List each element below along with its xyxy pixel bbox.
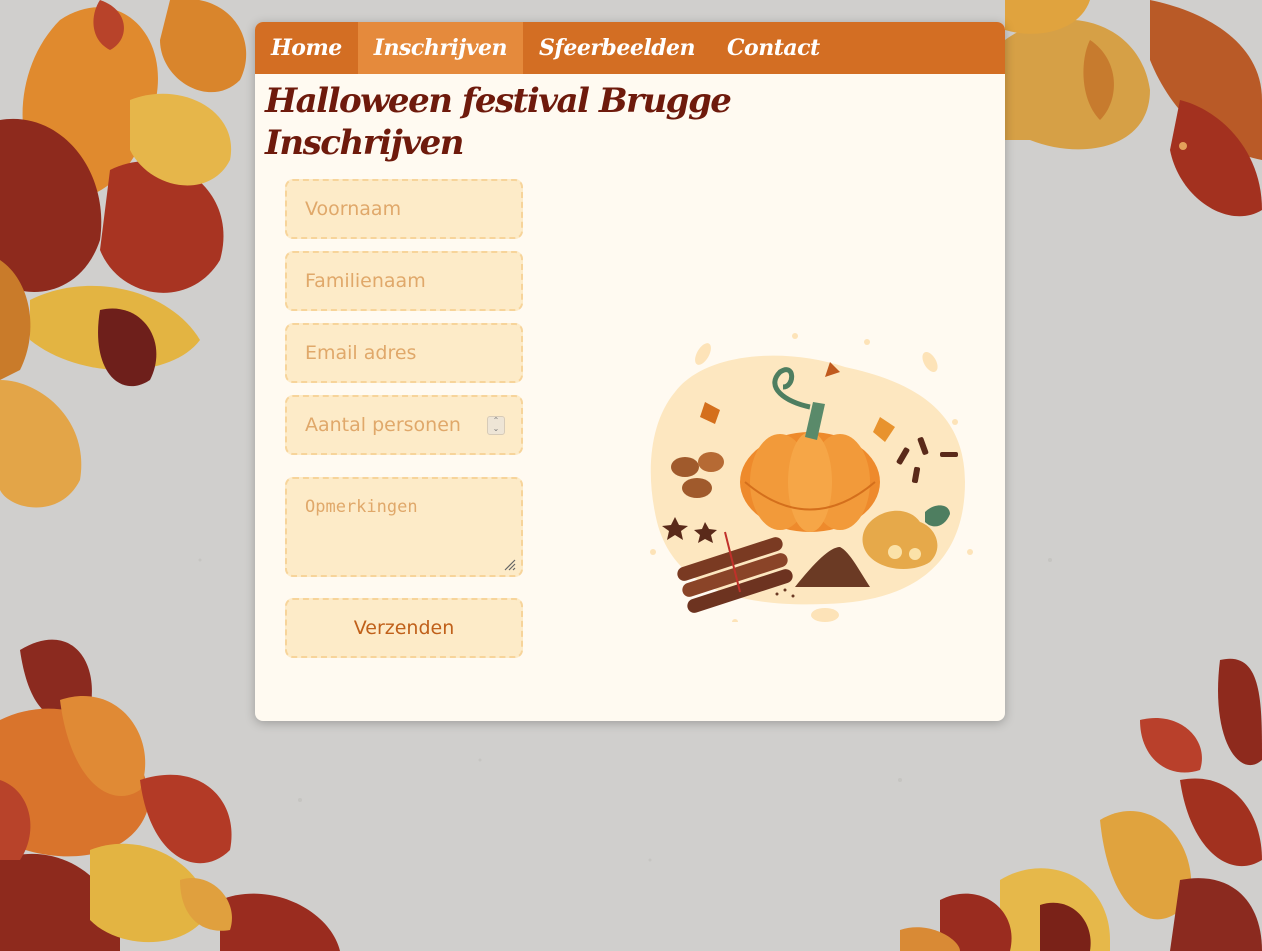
resize-handle-icon[interactable] <box>504 559 516 571</box>
remarks-textarea[interactable] <box>285 477 523 577</box>
nav-item-inschrijven[interactable]: Inschrijven <box>357 22 523 74</box>
submit-button[interactable]: Verzenden <box>285 598 523 658</box>
email-input[interactable] <box>285 323 523 383</box>
page-title-line1: Halloween festival Brugge <box>265 81 732 121</box>
number-spinner-icon[interactable]: ⌃ ⌄ <box>487 416 505 435</box>
persons-field-wrapper: ⌃⌄ <box>285 395 523 455</box>
registration-card: Home Inschrijven Sfeerbeelden Contact Ha… <box>255 22 1005 721</box>
firstname-input[interactable] <box>285 179 523 239</box>
nav-item-contact[interactable]: Contact <box>711 22 836 74</box>
nav-item-sfeerbeelden[interactable]: Sfeerbeelden <box>523 22 711 74</box>
main-nav: Home Inschrijven Sfeerbeelden Contact <box>255 22 1005 74</box>
page-title-line2: Inschrijven <box>265 123 464 163</box>
pumpkin-spices-illustration <box>650 333 973 622</box>
lastname-input[interactable] <box>285 251 523 311</box>
nav-item-home[interactable]: Home <box>255 22 358 74</box>
page-title: Halloween festival Brugge Inschrijven <box>265 80 732 164</box>
